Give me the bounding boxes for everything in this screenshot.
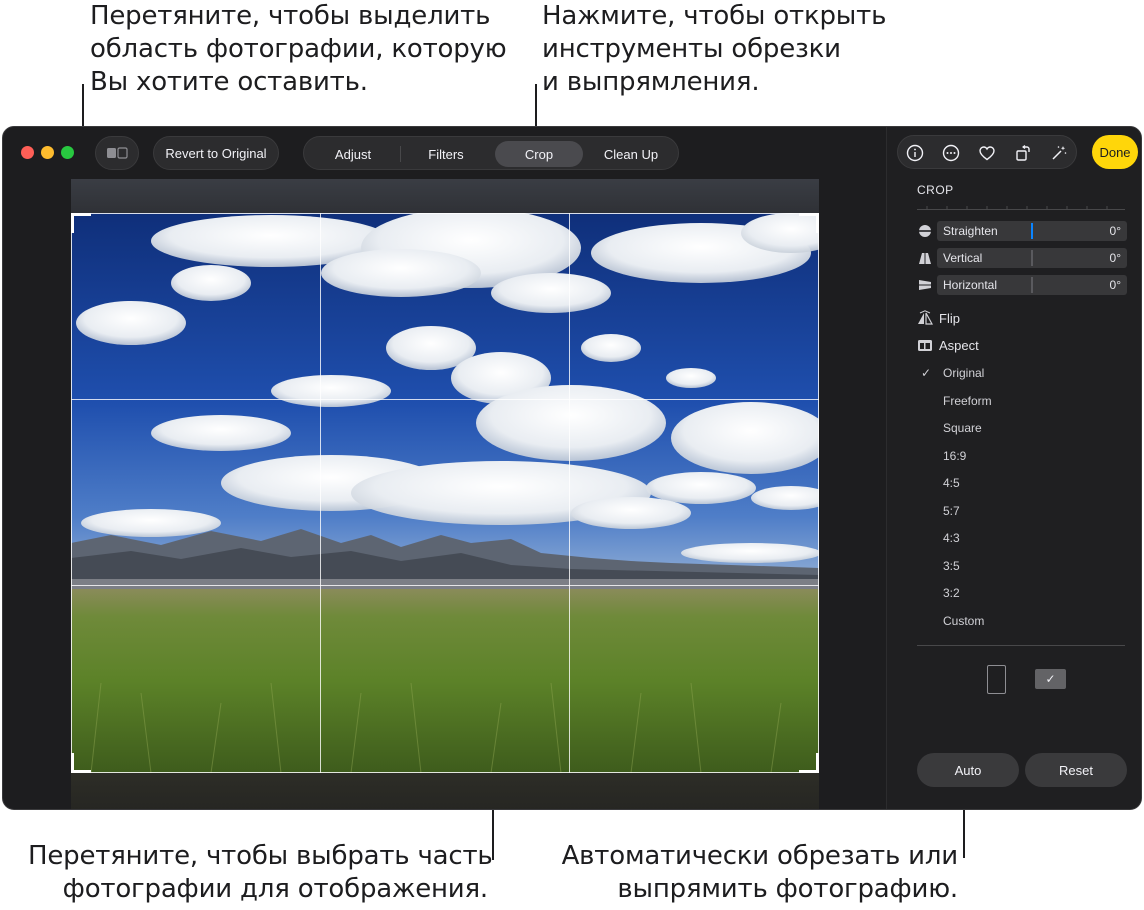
slider-label: Horizontal (943, 278, 998, 292)
callout-crop-tab: Нажмите, чтобы открыть инструменты обрез… (542, 1, 887, 97)
slider-track: Horizontal 0° (937, 275, 1127, 295)
horizontal-slider[interactable]: Horizontal 0° (917, 275, 1127, 295)
flip-icon (918, 310, 933, 325)
callout-auto: Автоматически обрезать или выпрямить фот… (561, 841, 959, 904)
section-title: CROP (917, 183, 954, 197)
aspect-option[interactable]: Freeform (943, 394, 992, 408)
slider-track: Vertical 0° (937, 248, 1127, 268)
crop-handle-top-right[interactable] (799, 213, 819, 233)
minimize-button[interactable] (41, 146, 54, 159)
slider-label: Vertical (943, 251, 983, 265)
aspect-option[interactable]: 4:5 (943, 476, 960, 490)
cropped-area-bottom (71, 773, 819, 809)
crop-frame (71, 213, 819, 773)
slider-value: 0° (1109, 278, 1121, 292)
heart-icon[interactable] (976, 142, 998, 164)
slider-label: Straighten (943, 224, 998, 238)
slider-value: 0° (1109, 224, 1121, 238)
straighten-icon (917, 223, 933, 239)
slider-value: 0° (1109, 251, 1121, 265)
magic-wand-icon[interactable] (1048, 142, 1070, 164)
revert-to-original-button[interactable]: Revert to Original (153, 136, 279, 170)
tab-adjust[interactable]: Adjust (310, 141, 396, 167)
toolbar: Revert to Original Adjust Filters Crop C… (3, 127, 885, 179)
crop-handle-top-left[interactable] (71, 213, 91, 233)
aspect-option[interactable]: 3:2 (943, 586, 960, 600)
crop-handle-bottom-right[interactable] (799, 753, 819, 773)
vertical-icon (917, 250, 933, 266)
tab-divider (400, 146, 401, 162)
aspect-option[interactable]: Original (943, 366, 984, 380)
rotate-icon[interactable] (1012, 142, 1034, 164)
aspect-option[interactable]: 16:9 (943, 449, 966, 463)
slider-thumb[interactable] (1031, 250, 1033, 266)
compare-toggle-button[interactable] (95, 136, 139, 170)
done-button[interactable]: Done (1092, 135, 1138, 169)
tab-crop[interactable]: Crop (495, 141, 583, 167)
auto-button[interactable]: Auto (917, 753, 1019, 787)
aspect-option[interactable]: 4:3 (943, 531, 960, 545)
aspect-icon (918, 340, 932, 351)
slider-thumb[interactable] (1031, 277, 1033, 293)
callout-drag-photo: Перетяните, чтобы выбрать часть фотограф… (28, 841, 493, 904)
vertical-slider[interactable]: Vertical 0° (917, 248, 1127, 268)
toolbar-icons (897, 135, 1077, 169)
aspect-option[interactable]: 5:7 (943, 504, 960, 518)
crop-sidebar: Done CROP Straighten 0° Vertical 0° Hori… (886, 127, 1141, 809)
aspect-label: Aspect (939, 337, 979, 353)
landscape-orientation-button[interactable]: ✓ (1035, 669, 1066, 689)
checkmark-icon: ✓ (1045, 672, 1056, 686)
info-icon[interactable] (904, 142, 926, 164)
straighten-slider[interactable]: Straighten 0° (917, 221, 1127, 241)
tab-clean-up[interactable]: Clean Up (588, 141, 674, 167)
flip-label: Flip (939, 310, 960, 326)
zoom-button[interactable] (61, 146, 74, 159)
close-button[interactable] (21, 146, 34, 159)
horizontal-icon (917, 277, 933, 293)
cropped-area-top (71, 179, 819, 213)
portrait-orientation-button[interactable] (987, 665, 1006, 694)
callout-crop-handle: Перетяните, чтобы выделить область фотог… (90, 1, 507, 97)
slider-track: Straighten 0° (937, 221, 1127, 241)
ruler-ticks (917, 206, 1125, 210)
photos-window: Revert to Original Adjust Filters Crop C… (2, 126, 1142, 810)
tab-filters[interactable]: Filters (404, 141, 488, 167)
checkmark-icon: ✓ (921, 366, 932, 380)
compare-icon (107, 147, 128, 159)
aspect-option[interactable]: Square (943, 421, 982, 435)
edit-mode-tabs: Adjust Filters Crop Clean Up (303, 136, 679, 170)
more-icon[interactable] (940, 142, 962, 164)
flip-button[interactable]: Flip (917, 310, 960, 326)
slider-thumb[interactable] (1031, 223, 1033, 239)
aspect-header[interactable]: Aspect (917, 337, 979, 353)
photo-canvas[interactable] (71, 179, 819, 809)
aspect-option[interactable]: Custom (943, 614, 984, 628)
reset-button[interactable]: Reset (1025, 753, 1127, 787)
divider (917, 645, 1125, 646)
crop-handle-bottom-left[interactable] (71, 753, 91, 773)
aspect-option[interactable]: 3:5 (943, 559, 960, 573)
